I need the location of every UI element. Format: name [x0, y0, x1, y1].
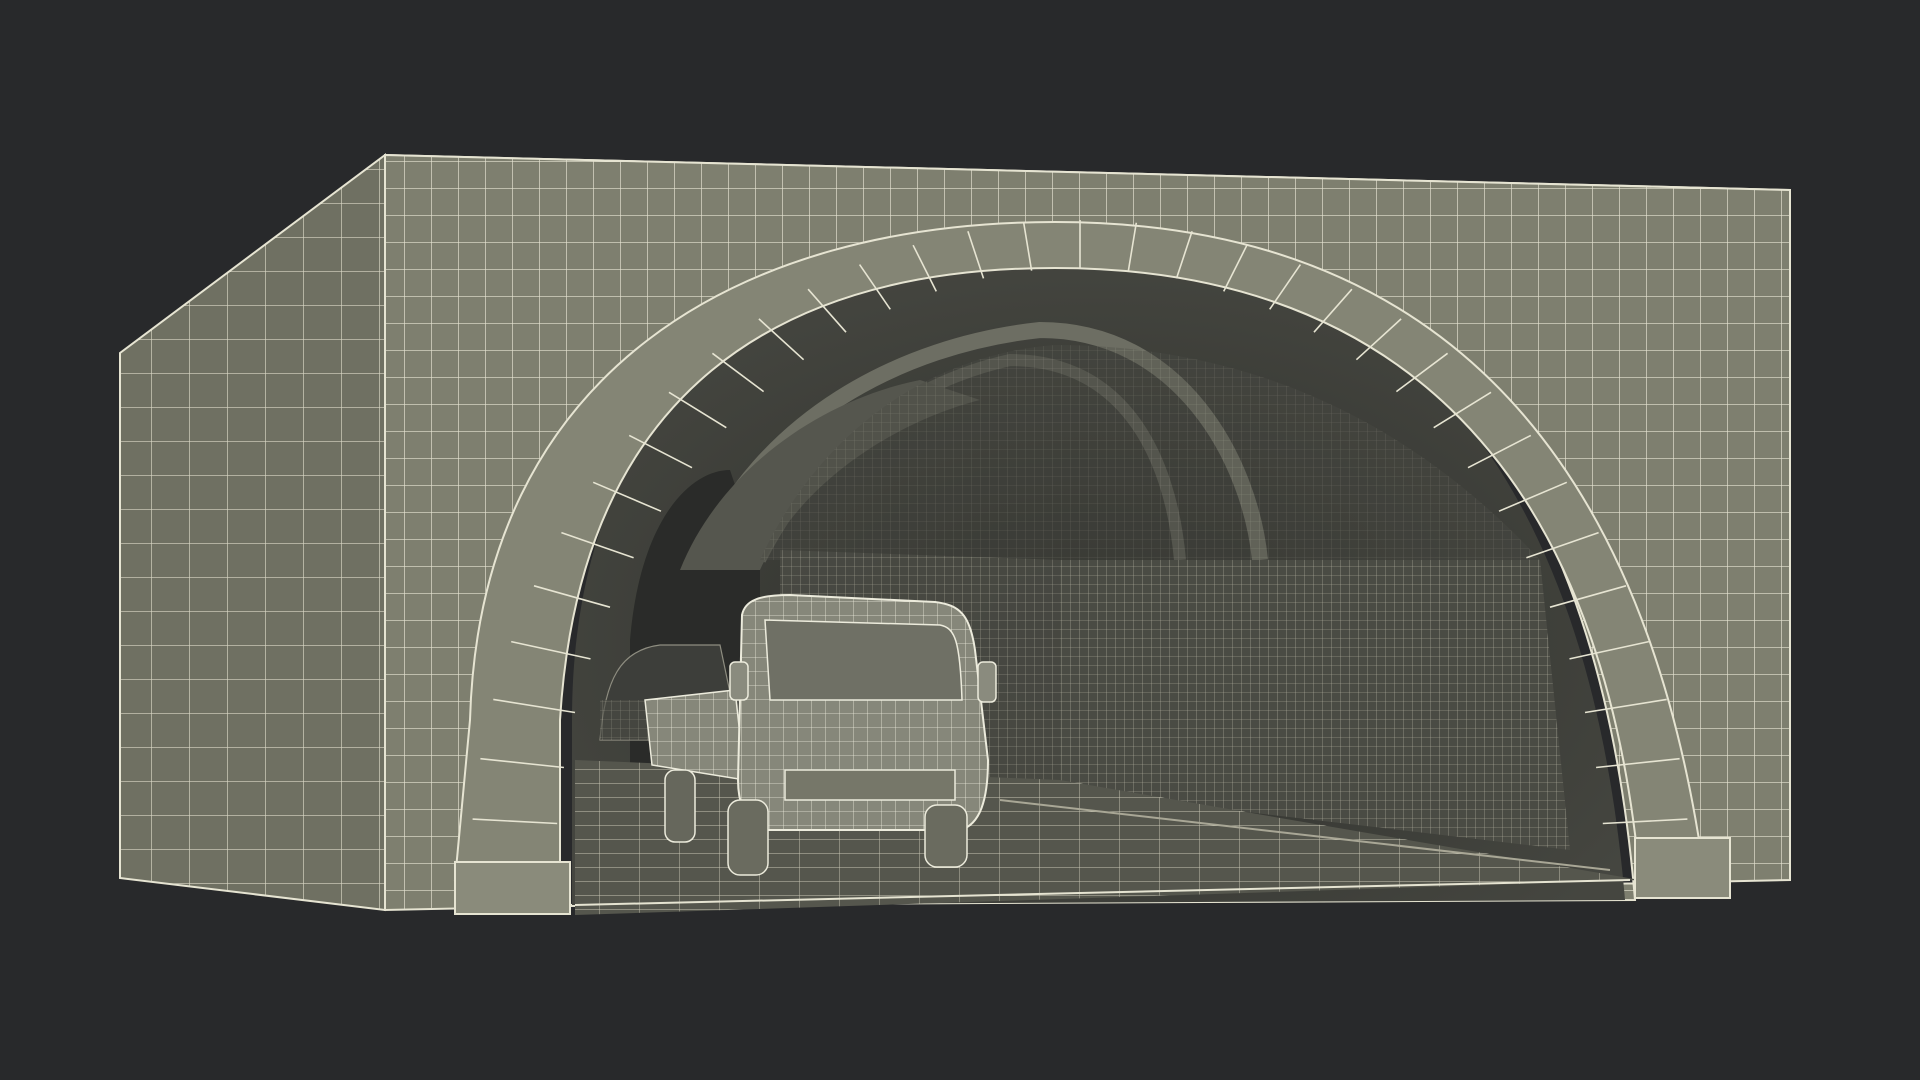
- arch-base-right: [1634, 837, 1731, 899]
- truck-mirror-right: [977, 661, 997, 703]
- truck-wheel-front-left: [727, 799, 769, 876]
- truck-mirror-left: [729, 661, 749, 701]
- truck-grille: [784, 769, 956, 801]
- tunnel-render-canvas: [119, 153, 1791, 915]
- block-side-face: [119, 153, 386, 912]
- truck-wheel-rear: [664, 769, 696, 843]
- truck-cargo-bed: [644, 689, 746, 781]
- truck-wheel-front-right: [924, 804, 968, 868]
- truck-windshield: [764, 619, 963, 701]
- arch-base-left: [454, 861, 571, 915]
